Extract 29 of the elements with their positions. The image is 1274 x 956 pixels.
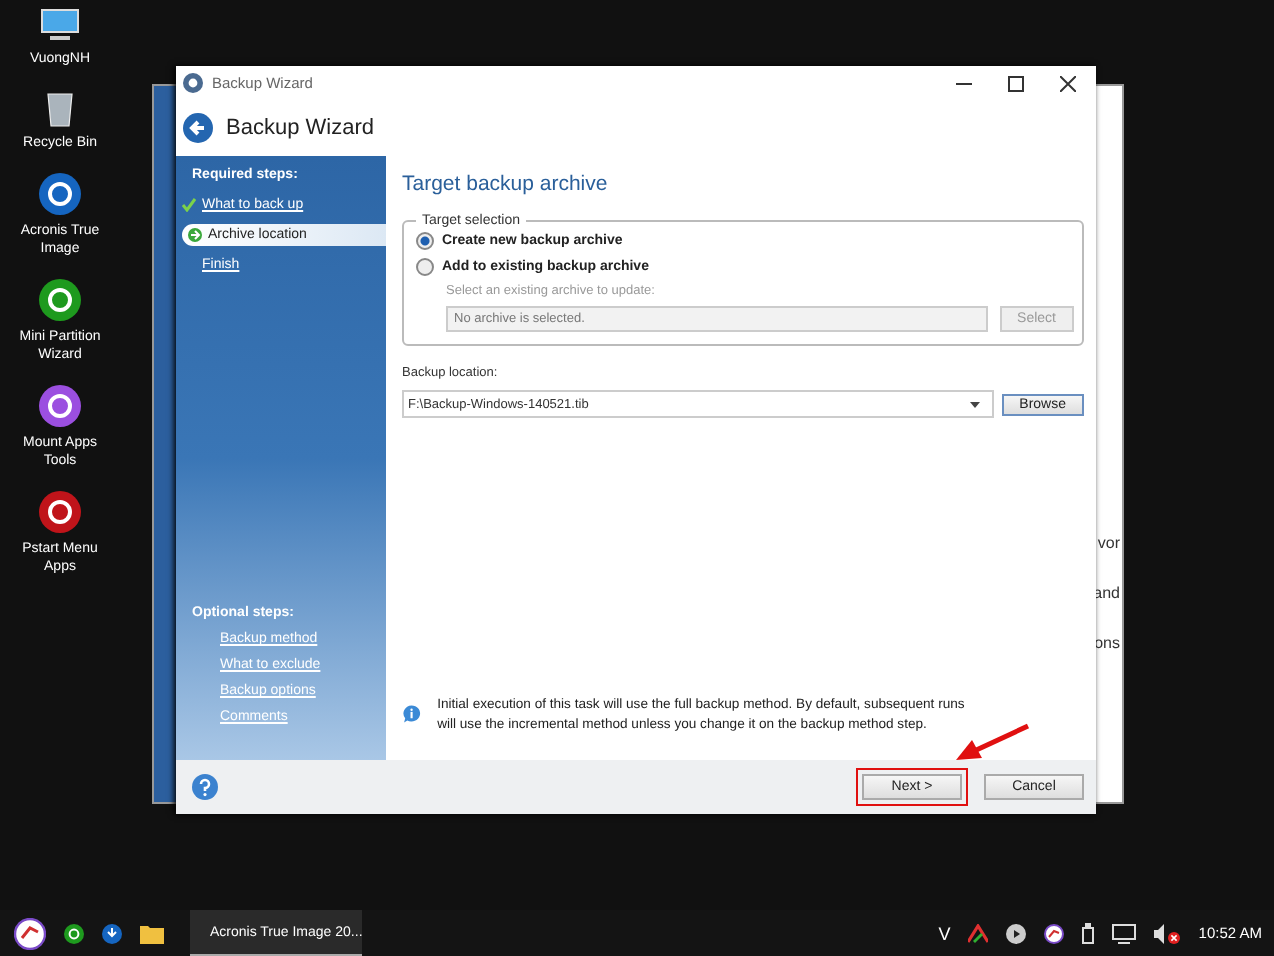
arrow-icon <box>188 228 202 242</box>
partition-app-icon[interactable] <box>38 278 82 322</box>
computer-icon[interactable] <box>38 8 82 44</box>
play-icon[interactable] <box>1006 923 1027 943</box>
usb-icon[interactable] <box>1082 922 1095 944</box>
folder-icon[interactable] <box>140 923 164 943</box>
cut-off-text: vor <box>1097 534 1120 552</box>
taskbar-app-icon[interactable] <box>64 923 84 943</box>
tray-letter[interactable]: V <box>938 923 951 943</box>
check-icon <box>182 198 196 212</box>
app-icon <box>182 72 204 94</box>
pstart-app-icon[interactable] <box>38 490 82 534</box>
mount-app-icon[interactable] <box>38 384 82 428</box>
tray-icon[interactable] <box>968 923 989 943</box>
back-icon[interactable] <box>182 112 214 144</box>
taskbar-app-icon[interactable] <box>102 923 122 943</box>
network-icon[interactable] <box>1112 923 1137 943</box>
start-icon[interactable] <box>14 917 46 949</box>
page-title: Target backup archive <box>402 172 610 196</box>
help-icon[interactable] <box>192 774 218 800</box>
muted-volume-icon[interactable] <box>1154 923 1181 943</box>
close-icon[interactable] <box>1060 75 1076 91</box>
maximize-icon[interactable] <box>1008 75 1024 91</box>
wizard-heading: Backup Wizard <box>226 116 374 140</box>
pointer-arrow <box>956 723 1030 760</box>
tray-icon[interactable] <box>1044 923 1065 943</box>
acronis-app-icon[interactable] <box>38 172 82 216</box>
recycle-bin-icon[interactable] <box>44 88 76 128</box>
dropdown-icon <box>969 401 980 407</box>
